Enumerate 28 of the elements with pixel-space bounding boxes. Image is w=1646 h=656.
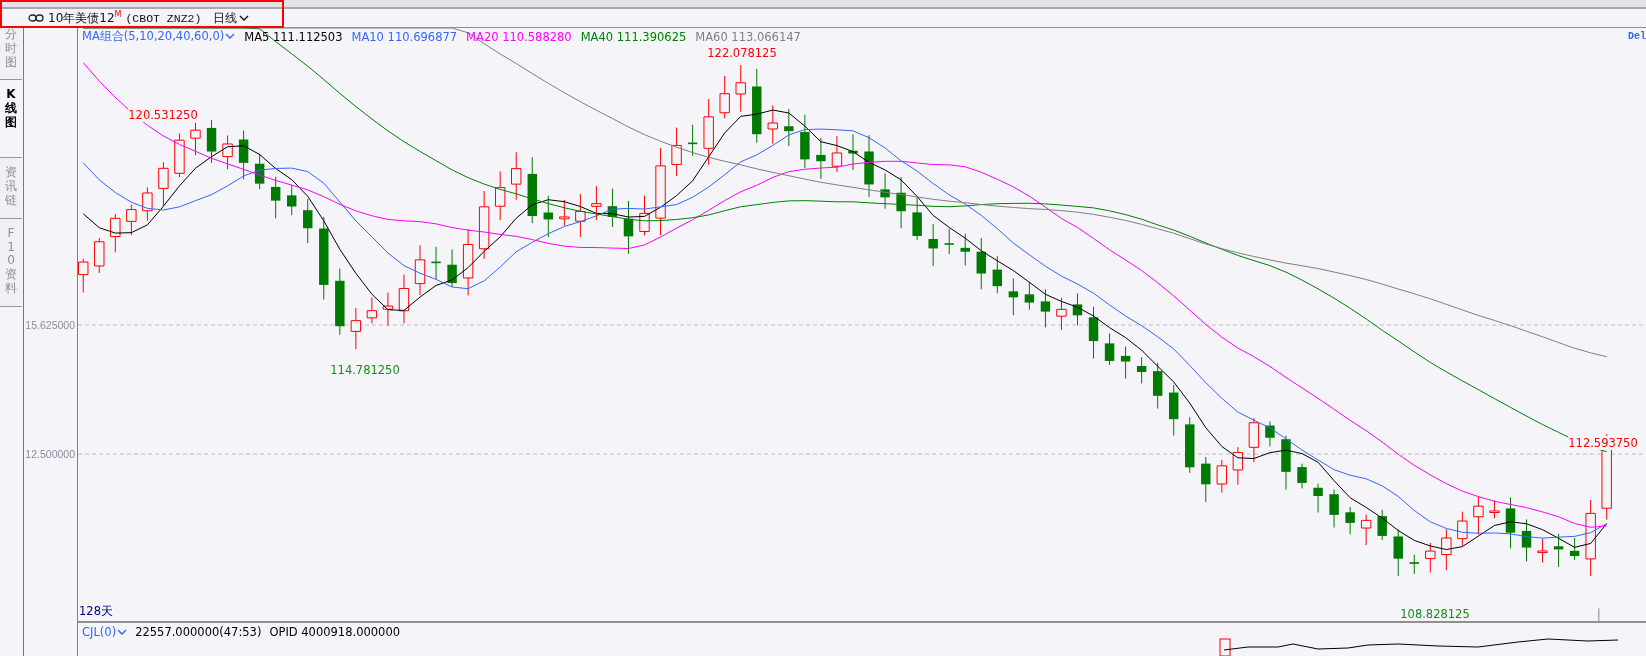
price-label: 120.531250 (128, 108, 198, 122)
volume-reading: OPID 4000918.000000 (269, 625, 401, 639)
moving-average-reading: MA60 113.066147 (695, 29, 801, 44)
moving-average-reading: MA5 111.112503 (244, 29, 343, 44)
price-label: 108.828125 (1400, 607, 1470, 621)
instrument-title: 10年美债12$^{M}$ (48, 9, 122, 27)
chevron-down-icon (239, 14, 250, 22)
corner-label: Del (1628, 31, 1646, 42)
period-dropdown[interactable]: 日线 (213, 9, 250, 27)
price-label: 112.593750 (1568, 436, 1638, 450)
price-label: 114.781250 (330, 363, 400, 377)
y-axis-label: 15.625000 (25, 319, 75, 331)
moving-average-reading: MA10 110.696877 (351, 29, 458, 44)
indicator-dropdown[interactable]: MA组合(5,10,20,40,60,0) (82, 29, 236, 44)
vertical-tab[interactable]: 资讯链 (0, 158, 22, 219)
moving-average-reading: MA20 110.588280 (466, 29, 572, 44)
y-axis-label: 12.500000 (25, 448, 75, 460)
range-label: 128天 (79, 604, 113, 619)
volume-indicator-dropdown[interactable]: CJL(0) (82, 625, 128, 639)
exchange-code: (CBOT ZNZ2) (125, 11, 202, 25)
vertical-tab[interactable]: F10资料 (0, 218, 22, 307)
moving-average-reading: MA40 111.390625 (580, 29, 687, 44)
vertical-tab[interactable]: 分时图 (0, 28, 22, 81)
chevron-down-icon (117, 628, 128, 636)
price-label: 122.078125 (707, 46, 777, 60)
chevron-down-icon (225, 33, 236, 40)
link-icon (28, 14, 44, 22)
volume-reading: 22557.000000(47:53) (135, 625, 262, 639)
